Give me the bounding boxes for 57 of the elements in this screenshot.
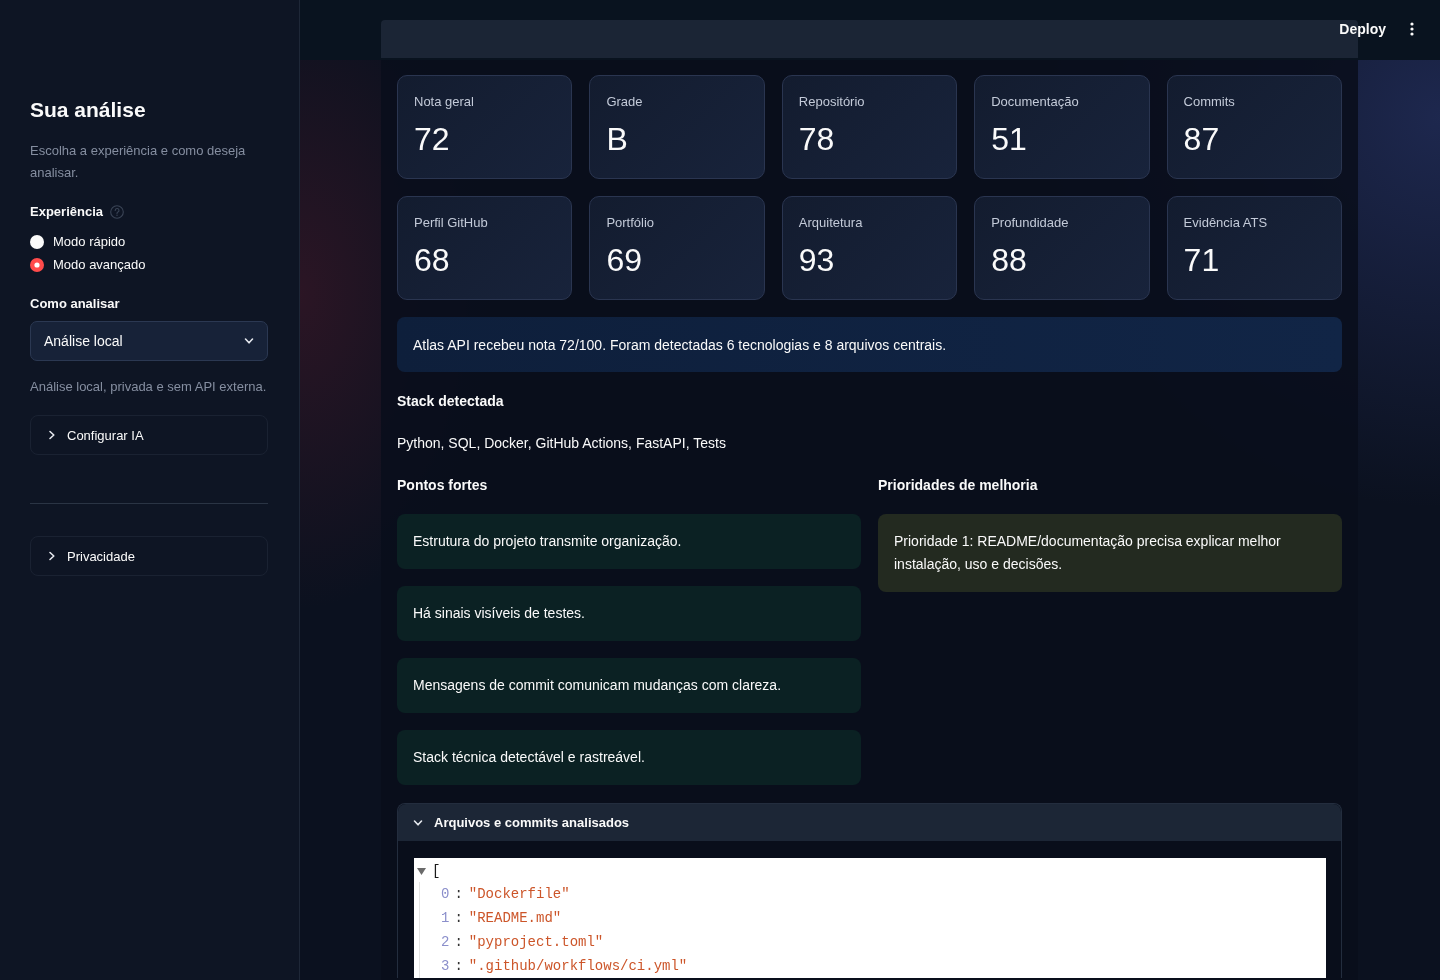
- json-index: 1: [441, 910, 450, 926]
- json-index: 3: [441, 958, 450, 974]
- info-banner: Atlas API recebeu nota 72/100. Foram detectadas 6 tecnologias e 8 arquivos centrais.: [397, 317, 1342, 372]
- metric-label: Evidência ATS: [1183, 214, 1269, 232]
- metric-value: 69: [606, 241, 643, 280]
- json-value: "Dockerfile": [468, 886, 570, 902]
- field-label: Experiência: [30, 203, 103, 221]
- json-index: 0: [441, 886, 450, 902]
- metric-label: Portfólio: [606, 214, 656, 232]
- section-heading: Stack detectada: [397, 392, 505, 411]
- triangle-down-icon[interactable]: [417, 867, 426, 875]
- deploy-button[interactable]: Deploy: [1333, 17, 1392, 41]
- success-alert: Stack técnica detectável e rastreável.: [397, 730, 861, 785]
- sidebar-title: Sua análise: [30, 97, 147, 123]
- metric-value: 88: [991, 241, 1028, 280]
- metric-label: Perfil GitHub: [414, 214, 489, 232]
- metric-value: 93: [798, 241, 836, 280]
- success-alert: Mensagens de commit comunicam mudanças com clareza.: [397, 658, 861, 713]
- success-alert: Há sinais visíveis de testes.: [397, 586, 861, 641]
- metric-label: Arquitetura: [798, 214, 864, 232]
- warning-alert: Prioridade 1: README/documentação precisa explicar melhor instalação, uso e decisões.: [878, 514, 1342, 592]
- metric-label: Nota geral: [414, 93, 475, 111]
- sidebar-caption: Escolha a experiência e como deseja analisar.: [30, 142, 247, 182]
- chevron-down-icon: [244, 336, 254, 346]
- json-value: ".github/workflows/ci.yml": [468, 958, 688, 974]
- json-separator: :: [454, 934, 463, 950]
- field-label: Como analisar: [30, 295, 120, 313]
- metric-label: Commits: [1183, 93, 1236, 111]
- radio-option[interactable]: Modo avançado: [30, 253, 146, 276]
- metric-label: Profundidade: [991, 214, 1070, 232]
- json-separator: :: [454, 886, 463, 902]
- json-bracket: [: [432, 863, 441, 879]
- metric-label: Grade: [606, 93, 644, 111]
- section-heading: Pontos fortes: [397, 476, 489, 495]
- metric-label: Documentação: [991, 93, 1080, 111]
- expander-toggle[interactable]: Arquivos e commits analisados: [398, 804, 1341, 841]
- json-value: "pyproject.toml": [468, 934, 604, 950]
- json-separator: :: [454, 958, 463, 974]
- success-alert: Estrutura do projeto transmite organização.: [397, 514, 861, 569]
- metric-value: 68: [414, 241, 451, 280]
- json-separator: :: [454, 910, 463, 926]
- metric-value: 87: [1183, 120, 1221, 159]
- json-value: "README.md": [468, 910, 562, 926]
- metric-value: 78: [798, 120, 836, 159]
- metric-value: 51: [991, 120, 1028, 159]
- metric-label: Repositório: [798, 93, 866, 111]
- stack-list: Python, SQL, Docker, GitHub Actions, FastAPI, Tests: [397, 433, 1342, 453]
- metric-value: 71: [1183, 241, 1221, 280]
- section-heading: Prioridades de melhoria: [878, 476, 1039, 495]
- field-caption: Análise local, privada e sem API externa.: [30, 378, 268, 396]
- radio-option[interactable]: Modo rápido: [30, 230, 126, 253]
- metric-value: B: [606, 120, 629, 159]
- expander-toggle[interactable]: Configurar IA: [30, 415, 268, 455]
- json-index: 2: [441, 934, 450, 950]
- metric-value: 72: [414, 120, 451, 159]
- expander-toggle[interactable]: Privacidade: [30, 536, 268, 576]
- select-field[interactable]: Análise local: [30, 321, 268, 361]
